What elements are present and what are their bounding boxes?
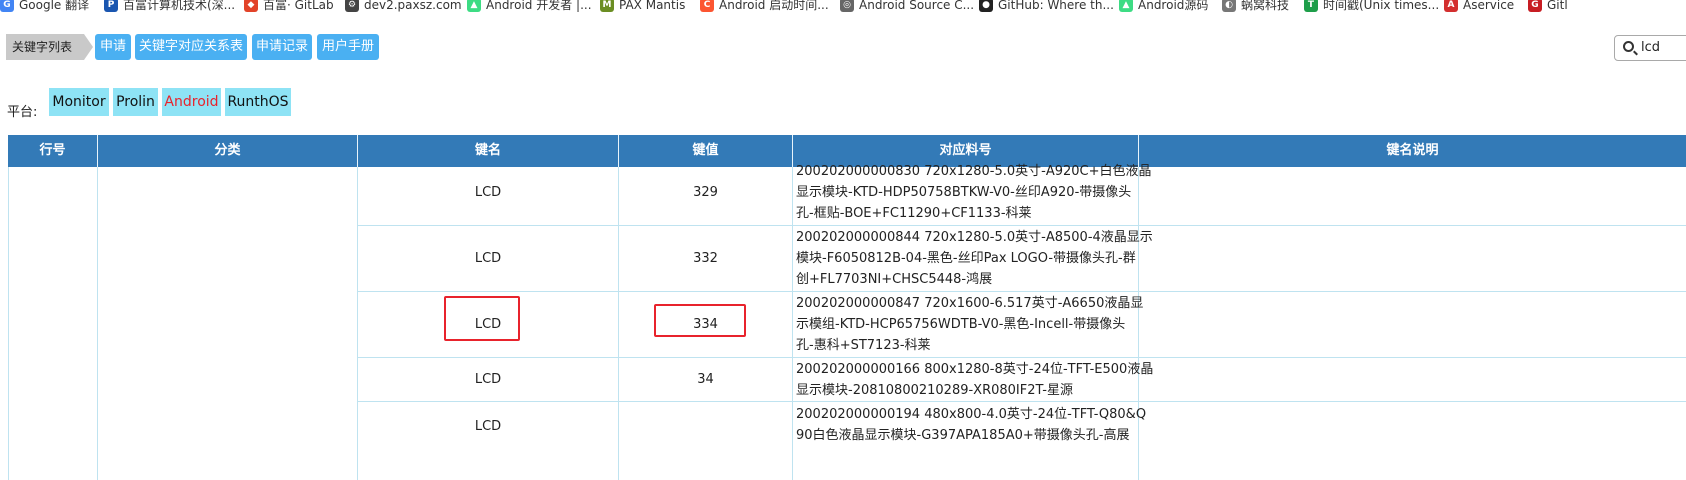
highlight-box-value [654, 304, 746, 337]
globe-icon: ◎ [840, 0, 854, 12]
table-cell-part-line: 200202000000194 480x800-4.0英寸-24位-TFT-Q8… [796, 407, 1147, 422]
bookmark-label: 时间戳(Unix times... [1323, 0, 1440, 12]
table-cell-part-line: 创+FL7703NI+CHSC5448-鸿展 [796, 272, 993, 287]
table-cell-part-line: 显示模块-20810800210289-XR080IF2T-星源 [796, 383, 1073, 398]
aservice-icon: A [1444, 0, 1458, 12]
col-divider [1138, 167, 1139, 480]
table-cell-part-line: 90白色液晶显示模块-G397APA185A0+带摄像头孔-高展 [796, 428, 1130, 443]
bookmark-label: PAX Mantis [619, 0, 686, 12]
gitlab-icon: ◆ [244, 0, 258, 12]
pax-logo-icon: P [104, 0, 118, 12]
bookmark-label: 百富计算机技术(深... [123, 0, 236, 12]
table-cell-part-line: 孔-惠科+ST7123-科莱 [796, 338, 931, 353]
bookmark-item[interactable]: ● GitHub: Where th... [979, 0, 1114, 12]
bookmark-label: Gitl [1547, 0, 1568, 12]
search-input[interactable]: lcd [1614, 35, 1686, 61]
bookmark-item[interactable]: T 时间戳(Unix times... [1304, 0, 1439, 12]
apply-records-button[interactable]: 申请记录 [252, 34, 312, 60]
header-row-number: 行号 [8, 135, 98, 167]
table-cell-value: 329 [693, 184, 718, 200]
bookmark-label: Android源码 [1138, 0, 1209, 12]
bookmark-item[interactable]: ◆ 百富· GitLab [244, 0, 334, 12]
snail-icon: ◐ [1222, 0, 1236, 12]
table-cell-part-line: 200202000000844 720x1280-5.0英寸-A8500-4液晶… [796, 230, 1153, 245]
col-divider [8, 167, 9, 480]
breadcrumb-keyword-list[interactable]: 关键字列表 [6, 34, 93, 60]
table-cell-value: 34 [697, 372, 714, 387]
clock-icon: T [1304, 0, 1318, 12]
table-cell-part-line: 200202000000847 720x1600-6.517英寸-A6650液晶… [796, 296, 1144, 311]
bookmark-item[interactable]: P 百富计算机技术(深... [104, 0, 235, 12]
search-icon [1623, 41, 1634, 52]
bookmarks-bar: G Google 翻译 P 百富计算机技术(深... ◆ 百富· GitLab ⚙ dev2.… [0, 0, 1686, 15]
csdn-icon: C [700, 0, 714, 12]
bookmark-item[interactable]: A Aservice [1444, 0, 1514, 12]
mantis-icon: M [600, 0, 614, 12]
search-value: lcd [1641, 40, 1661, 55]
gear-icon: ⚙ [345, 0, 359, 12]
bookmark-item[interactable]: ◐ 蜗窝科技 [1222, 0, 1289, 12]
table-cell-key: LCD [474, 184, 502, 200]
github-icon: ● [979, 0, 993, 12]
bookmark-label: Android 开发者 |... [486, 0, 592, 12]
col-divider [97, 167, 98, 480]
bookmark-item[interactable]: ⚙ dev2.paxsz.com [345, 0, 462, 12]
android-icon: ▲ [467, 0, 481, 12]
bookmark-label: GitHub: Where th... [998, 0, 1114, 12]
bookmark-item[interactable]: G Google 翻译 [0, 0, 89, 12]
table-cell-key: LCD [474, 372, 502, 387]
table-cell-part-line: 示模组-KTD-HCP65756WDTB-V0-黑色-Incell-带摄像头 [796, 317, 1126, 332]
android-icon: ▲ [1119, 0, 1133, 12]
header-category: 分类 [98, 135, 358, 167]
table-cell-key: LCD [474, 418, 502, 434]
apply-button[interactable]: 申请 [95, 34, 131, 60]
platform-monitor[interactable]: Monitor [49, 88, 109, 116]
bookmark-item[interactable]: G Gitl [1528, 0, 1568, 12]
platform-runthos[interactable]: RunthOS [225, 88, 291, 116]
bookmark-item[interactable]: ◎ Android Source C... [840, 0, 974, 12]
table-cell-part-line: 显示模块-KTD-HDP50758BTKW-V0-丝印A920-带摄像头 [796, 185, 1132, 200]
table-cell-part-line: 模块-F6050812B-04-黑色-丝印Pax LOGO-带摄像头孔-群 [796, 251, 1136, 266]
table-cell-value [619, 402, 792, 450]
platform-label: 平台: [7, 105, 38, 120]
table-cell-part-line: 200202000000830 720x1280-5.0英寸-A920C+白色液… [796, 164, 1152, 179]
bookmark-label: Aservice [1463, 0, 1515, 12]
header-key-description: 键名说明 [1386, 143, 1439, 158]
table-cell-part-line: 200202000000166 800x1280-8英寸-24位-TFT-E50… [796, 362, 1154, 377]
user-manual-button[interactable]: 用户手册 [317, 34, 379, 60]
bookmark-item[interactable]: ▲ Android 开发者 |... [467, 0, 592, 12]
bookmark-label: Android Source C... [859, 0, 975, 12]
keyword-table: 行号 分类 键名 键值 对应料号 键名说明 LCD 329 2002020000… [8, 135, 1686, 480]
platform-android[interactable]: Android [162, 88, 221, 116]
keyword-mapping-button[interactable]: 关键字对应关系表 [135, 34, 247, 60]
bookmark-label: Android 启动时间... [719, 0, 829, 12]
highlight-box-key [444, 296, 520, 341]
bookmark-label: 百富· GitLab [263, 0, 334, 12]
col-divider [792, 167, 793, 480]
bookmark-label: 蜗窝科技 [1241, 0, 1290, 12]
table-cell-part-line: 孔-框贴-BOE+FC11290+CF1133-科莱 [796, 206, 1032, 221]
bookmark-item[interactable]: M PAX Mantis [600, 0, 685, 12]
bookmark-label: dev2.paxsz.com [364, 0, 462, 12]
table-cell-key: LCD [474, 251, 502, 266]
platform-prolin[interactable]: Prolin [113, 88, 158, 116]
google-translate-icon: G [0, 0, 14, 12]
bookmark-label: Google 翻译 [19, 0, 90, 12]
bookmark-item[interactable]: C Android 启动时间... [700, 0, 829, 12]
table-cell-value: 332 [693, 251, 718, 266]
gitee-icon: G [1528, 0, 1542, 12]
bookmark-item[interactable]: ▲ Android源码 [1119, 0, 1208, 12]
